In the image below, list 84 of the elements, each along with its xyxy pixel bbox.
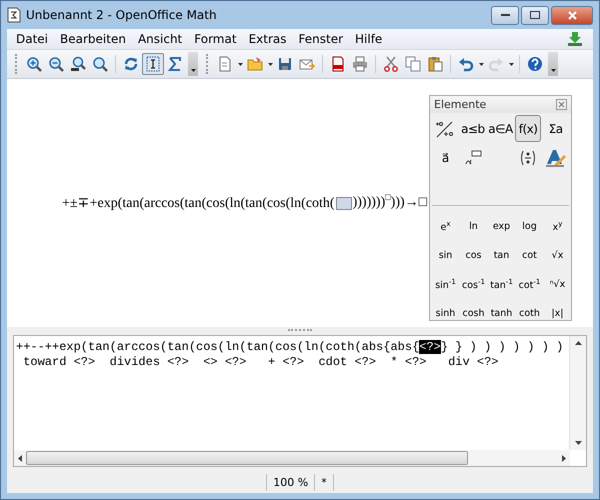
minimize-icon xyxy=(500,14,510,16)
sigma-icon xyxy=(167,56,183,72)
window-title: Unbenannt 2 - OpenOffice Math xyxy=(26,8,217,22)
function-button[interactable]: exp xyxy=(488,212,515,241)
modified-status: * xyxy=(315,474,334,490)
menu-item[interactable]: Hilfe xyxy=(350,30,388,48)
close-icon xyxy=(568,10,576,20)
function-button[interactable]: sinh xyxy=(432,299,459,328)
category-button[interactable]: a≤b xyxy=(460,115,486,142)
function-button[interactable]: sin xyxy=(432,241,459,270)
brackets-fraction-icon xyxy=(519,148,538,166)
scissors-icon xyxy=(383,56,399,72)
printer-icon xyxy=(352,56,368,72)
function-button[interactable]: ln xyxy=(460,212,487,241)
fraction-sign-icon xyxy=(435,120,456,138)
menu-item[interactable]: Extras xyxy=(244,30,292,48)
magnifier-minus-icon xyxy=(48,56,64,72)
formula-editor[interactable]: ++--++exp(tan(arccos(tan(cos(ln(tan(cos(ln(coth(abs{abs{<?>} } ) ) ) ) ) ) ) toward <?> divides <?> <> <?> + <?> cdot <?> * <?> div <?> xyxy=(13,335,587,467)
scroll-left-icon[interactable] xyxy=(18,454,22,462)
close-button[interactable] xyxy=(551,6,593,24)
download-icon[interactable] xyxy=(567,32,583,46)
help-icon xyxy=(527,56,543,72)
code-line: toward <?> divides <?> <> <?> + <?> cdot <?> * <?> div <?> xyxy=(22,355,500,370)
minimize-button[interactable] xyxy=(491,6,519,24)
copy-icon xyxy=(405,56,421,72)
function-button[interactable]: |x| xyxy=(544,299,571,328)
function-button[interactable]: e$^{x}$ xyxy=(432,212,459,241)
horizontal-scrollbar[interactable] xyxy=(14,450,570,466)
zoom-status: 100 % xyxy=(266,474,316,490)
function-button[interactable]: tan xyxy=(488,241,515,270)
category-button[interactable]: f(x) xyxy=(514,115,542,142)
menu-item[interactable]: Bearbeiten xyxy=(55,30,131,48)
maximize-button[interactable] xyxy=(521,6,549,24)
category-button[interactable]: a⃗ xyxy=(432,144,458,171)
toolbar-overflow-button[interactable] xyxy=(188,52,198,76)
clipboard-icon xyxy=(427,56,443,72)
magnifier-plus-icon xyxy=(26,56,42,72)
panel-title: Elemente xyxy=(434,98,486,111)
function-button[interactable]: tan$^{-1}$ xyxy=(488,270,515,299)
redo-arrow-icon xyxy=(488,56,504,72)
caret-icon xyxy=(550,69,556,72)
menu-item[interactable]: Format xyxy=(189,30,242,48)
format-pencil-icon xyxy=(544,148,567,168)
undo-arrow-icon xyxy=(458,56,474,72)
category-button[interactable]: Σa xyxy=(542,115,569,142)
function-button[interactable]: ⁿ√x xyxy=(544,270,571,299)
speech-bubble-letter-icon xyxy=(464,150,482,166)
app-icon xyxy=(7,7,21,23)
floppy-icon xyxy=(277,56,293,72)
function-button[interactable]: √x xyxy=(544,241,571,270)
text-cursor-icon xyxy=(145,56,161,72)
close-icon[interactable] xyxy=(556,99,567,110)
function-button[interactable]: tanh xyxy=(488,299,515,328)
function-button[interactable]: cot xyxy=(516,241,543,270)
function-button[interactable]: sin$^{-1}$ xyxy=(432,270,459,299)
formula-render: +±∓+exp(tan(arccos(tan(cos(ln(tan(cos(ln(coth( )))))))□)))→□ xyxy=(62,194,428,212)
menu-item[interactable]: Datei xyxy=(11,30,54,48)
function-button[interactable]: cot$^{-1}$ xyxy=(516,270,543,299)
function-button[interactable]: cos$^{-1}$ xyxy=(460,270,487,299)
function-button[interactable]: log xyxy=(516,212,543,241)
splitter-handle[interactable] xyxy=(288,329,312,333)
function-button[interactable]: x$^{y}$ xyxy=(544,212,571,241)
scroll-thumb[interactable] xyxy=(26,451,468,465)
maximize-icon xyxy=(530,11,540,19)
toolbar-overflow-button[interactable] xyxy=(548,52,558,76)
function-button[interactable]: coth xyxy=(516,299,543,328)
refresh-icon xyxy=(123,56,139,72)
category-button[interactable]: a∈A xyxy=(487,115,514,142)
pdf-document-icon xyxy=(330,56,346,72)
scroll-up-icon[interactable] xyxy=(574,341,582,345)
function-button[interactable]: cos xyxy=(460,241,487,270)
code-line: ++--++exp(tan(arccos(tan(cos(ln(tan(cos(ln(coth(abs{abs{<?>} } ) ) ) ) ) ) ) xyxy=(16,340,564,355)
menu-item[interactable]: Fenster xyxy=(294,30,348,48)
menu-item[interactable]: Ansicht xyxy=(132,30,188,48)
scroll-down-icon[interactable] xyxy=(574,441,582,445)
document-icon xyxy=(217,56,233,72)
vertical-scrollbar[interactable] xyxy=(569,336,586,450)
function-button[interactable]: cosh xyxy=(460,299,487,328)
text-cursor-button[interactable] xyxy=(142,53,164,75)
caret-icon xyxy=(190,69,196,72)
scroll-right-icon[interactable] xyxy=(562,454,566,462)
magnifier-icon xyxy=(70,56,86,72)
folder-icon xyxy=(247,56,263,72)
magnifier-icon xyxy=(92,56,108,72)
